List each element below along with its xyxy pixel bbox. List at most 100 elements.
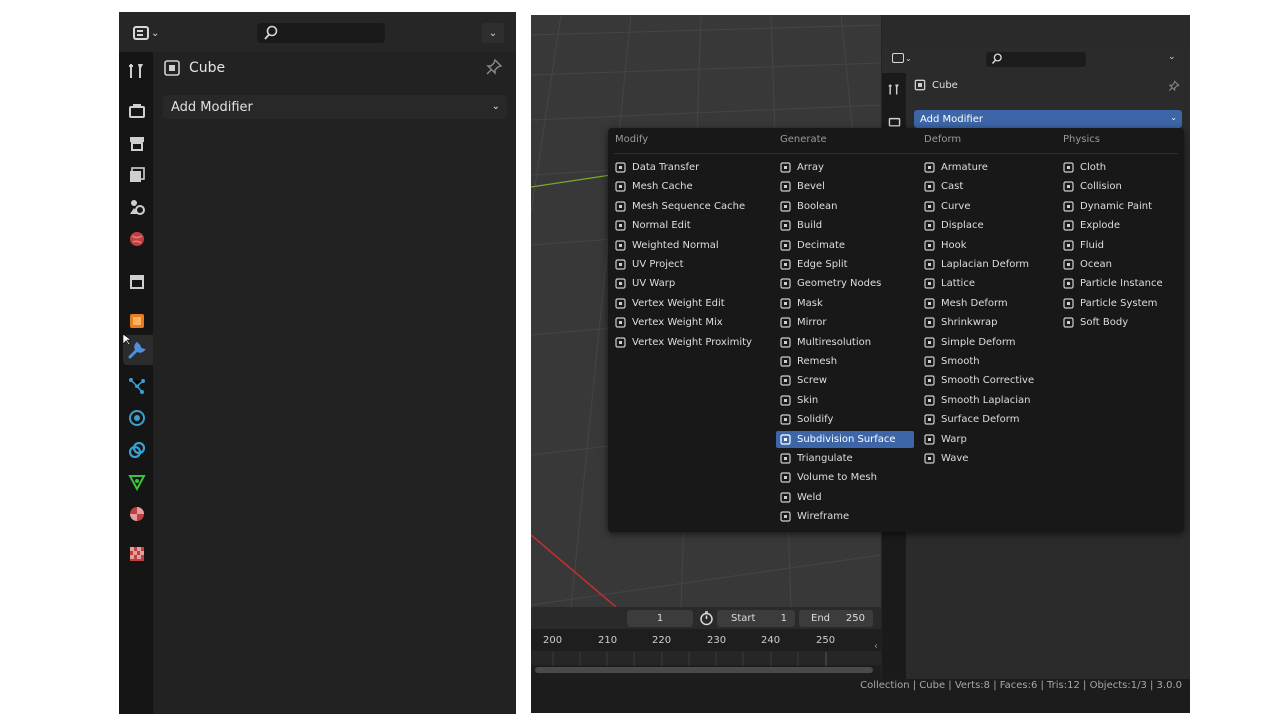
ruler-tick-label: 210 <box>598 635 618 646</box>
collection-icon[interactable] <box>128 272 146 290</box>
editor-type-button[interactable]: ⌄ <box>133 22 167 44</box>
search-icon <box>264 25 278 40</box>
options-dropdown-button[interactable]: ⌄ <box>482 23 504 43</box>
object-name-row: Cube <box>163 58 225 78</box>
end-frame-field[interactable]: End 250 <box>799 610 873 627</box>
menu-item-lattice[interactable]: Lattice <box>920 275 1056 292</box>
material-icon[interactable] <box>128 505 146 523</box>
menu-item-vertex-weight-edit[interactable]: Vertex Weight Edit <box>611 295 771 312</box>
menu-item-mesh-sequence-cache[interactable]: Mesh Sequence Cache <box>611 198 771 215</box>
menu-item-remesh[interactable]: Remesh <box>776 353 914 370</box>
menu-item-simple-deform[interactable]: Simple Deform <box>920 334 1056 351</box>
options-dropdown-button[interactable]: ⌄ <box>1168 52 1176 62</box>
tool-icon[interactable] <box>888 83 901 96</box>
editor-type-button[interactable]: ⌄ <box>892 53 912 63</box>
menu-item-label: Bevel <box>797 181 825 192</box>
menu-item-mesh-cache[interactable]: Mesh Cache <box>611 178 771 195</box>
pin-icon[interactable] <box>485 58 503 76</box>
physics-modifier-icon <box>1063 240 1074 251</box>
menu-item-smooth[interactable]: Smooth <box>920 353 1056 370</box>
menu-item-bevel[interactable]: Bevel <box>776 178 914 195</box>
menu-item-array[interactable]: Array <box>776 159 914 176</box>
menu-item-laplacian-deform[interactable]: Laplacian Deform <box>920 256 1056 273</box>
menu-item-subdivision-surface[interactable]: Subdivision Surface <box>776 431 914 448</box>
menu-item-normal-edit[interactable]: Normal Edit <box>611 217 771 234</box>
menu-item-fluid[interactable]: Fluid <box>1059 237 1177 254</box>
menu-item-data-transfer[interactable]: Data Transfer <box>611 159 771 176</box>
menu-item-label: Mask <box>797 298 823 309</box>
data-icon[interactable] <box>128 473 146 491</box>
start-frame-field[interactable]: Start 1 <box>717 610 795 627</box>
modifier-tab[interactable] <box>123 334 153 365</box>
menu-item-triangulate[interactable]: Triangulate <box>776 450 914 467</box>
menu-item-geometry-nodes[interactable]: Geometry Nodes <box>776 275 914 292</box>
menu-item-edge-split[interactable]: Edge Split <box>776 256 914 273</box>
menu-item-wireframe[interactable]: Wireframe <box>776 508 914 525</box>
world-icon[interactable] <box>128 230 146 248</box>
tool-icon[interactable] <box>128 62 146 80</box>
menu-item-skin[interactable]: Skin <box>776 392 914 409</box>
menu-item-mirror[interactable]: Mirror <box>776 314 914 331</box>
stopwatch-icon[interactable] <box>699 611 714 626</box>
timeline-editor: 1 Start 1 End 250 200 210 220 230 240 25… <box>531 607 881 679</box>
menu-item-ocean[interactable]: Ocean <box>1059 256 1177 273</box>
pin-icon[interactable] <box>1168 80 1180 92</box>
timeline-ruler[interactable]: 200 210 220 230 240 250 ‹ <box>531 633 881 652</box>
menu-item-wave[interactable]: Wave <box>920 450 1056 467</box>
properties-search-input[interactable] <box>986 52 1086 67</box>
menu-item-vertex-weight-proximity[interactable]: Vertex Weight Proximity <box>611 334 771 351</box>
menu-item-uv-warp[interactable]: UV Warp <box>611 275 771 292</box>
timeline-scrollbar[interactable] <box>535 667 873 673</box>
add-modifier-button[interactable]: Add Modifier ⌄ <box>914 110 1182 128</box>
menu-item-mesh-deform[interactable]: Mesh Deform <box>920 295 1056 312</box>
menu-item-surface-deform[interactable]: Surface Deform <box>920 411 1056 428</box>
deform-modifier-icon <box>924 162 935 173</box>
menu-item-armature[interactable]: Armature <box>920 159 1056 176</box>
menu-item-collision[interactable]: Collision <box>1059 178 1177 195</box>
properties-header: ⌄ ⌄ <box>882 47 1190 73</box>
menu-item-soft-body[interactable]: Soft Body <box>1059 314 1177 331</box>
menu-item-multiresolution[interactable]: Multiresolution <box>776 334 914 351</box>
constraints-icon[interactable] <box>128 441 146 459</box>
physics-modifier-icon <box>1063 317 1074 328</box>
menu-item-dynamic-paint[interactable]: Dynamic Paint <box>1059 198 1177 215</box>
menu-item-smooth-laplacian[interactable]: Smooth Laplacian <box>920 392 1056 409</box>
menu-item-curve[interactable]: Curve <box>920 198 1056 215</box>
timeline-track[interactable] <box>531 651 881 666</box>
chevron-down-icon: ⌄ <box>905 53 912 63</box>
menu-item-displace[interactable]: Displace <box>920 217 1056 234</box>
output-icon[interactable] <box>128 134 146 152</box>
menu-item-boolean[interactable]: Boolean <box>776 198 914 215</box>
scene-icon[interactable] <box>128 198 146 216</box>
menu-item-particle-instance[interactable]: Particle Instance <box>1059 275 1177 292</box>
menu-item-cast[interactable]: Cast <box>920 178 1056 195</box>
menu-item-solidify[interactable]: Solidify <box>776 411 914 428</box>
texture-icon[interactable] <box>128 545 146 563</box>
menu-item-screw[interactable]: Screw <box>776 372 914 389</box>
object-icon[interactable] <box>128 312 146 330</box>
menu-item-cloth[interactable]: Cloth <box>1059 159 1177 176</box>
menu-item-hook[interactable]: Hook <box>920 237 1056 254</box>
add-modifier-button[interactable]: Add Modifier ⌄ <box>163 95 507 119</box>
menu-item-volume-to-mesh[interactable]: Volume to Mesh <box>776 469 914 486</box>
menu-item-smooth-corrective[interactable]: Smooth Corrective <box>920 372 1056 389</box>
render-icon[interactable] <box>888 115 901 128</box>
menu-item-weighted-normal[interactable]: Weighted Normal <box>611 237 771 254</box>
current-frame-field[interactable]: 1 <box>627 610 693 627</box>
modify-modifier-icon <box>615 162 626 173</box>
menu-item-decimate[interactable]: Decimate <box>776 237 914 254</box>
menu-item-weld[interactable]: Weld <box>776 489 914 506</box>
menu-item-mask[interactable]: Mask <box>776 295 914 312</box>
properties-search-input[interactable] <box>257 23 385 43</box>
particles-icon[interactable] <box>128 377 146 395</box>
view-layer-icon[interactable] <box>128 166 146 184</box>
menu-item-warp[interactable]: Warp <box>920 431 1056 448</box>
menu-item-shrinkwrap[interactable]: Shrinkwrap <box>920 314 1056 331</box>
menu-item-particle-system[interactable]: Particle System <box>1059 295 1177 312</box>
menu-item-build[interactable]: Build <box>776 217 914 234</box>
physics-icon[interactable] <box>128 409 146 427</box>
menu-item-uv-project[interactable]: UV Project <box>611 256 771 273</box>
menu-item-vertex-weight-mix[interactable]: Vertex Weight Mix <box>611 314 771 331</box>
render-icon[interactable] <box>128 102 146 120</box>
menu-item-explode[interactable]: Explode <box>1059 217 1177 234</box>
